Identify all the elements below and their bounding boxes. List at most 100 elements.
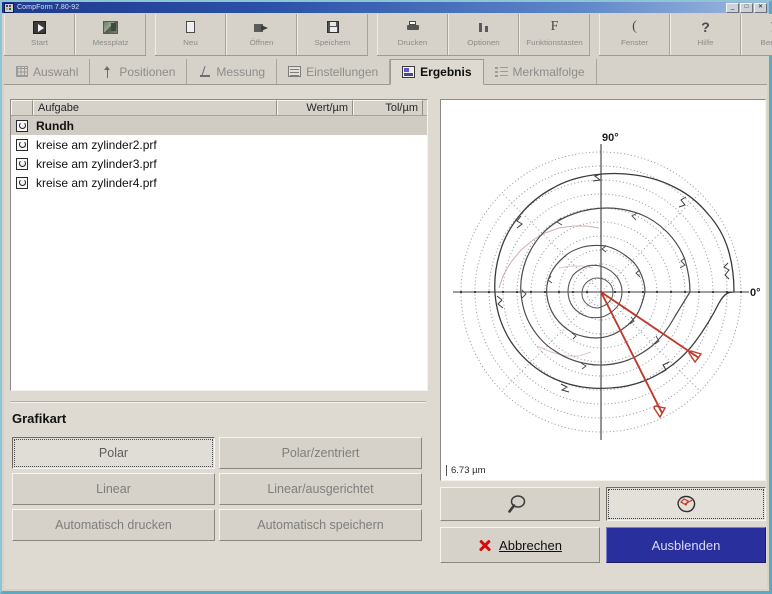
cancel-button[interactable]: Abbrechen [440,527,600,563]
left-panel: Aufgabe Wert/µm Tol/µm Rundh kreise am z… [10,99,428,583]
toolbar-button-oeffnen[interactable]: Öffnen [226,14,297,55]
window-brace-icon: ( [632,19,637,34]
start-play-icon [30,18,50,36]
toolbar-button-messplatz-label: Messplatz [92,38,129,47]
toolbar-group-file: Neu Öffnen Speichern [155,14,368,56]
question-mark-icon: ? [701,19,710,35]
table-row[interactable]: kreise am zylinder3.prf [11,154,427,173]
zoom-tool-button[interactable] [440,487,600,521]
save-disk-icon [323,18,343,36]
tab-einstellungen[interactable]: Einstellungen [277,59,391,84]
tab-ergebnis-label: Ergebnis [420,65,472,79]
main-toolbar: Start Messplatz Neu Öffnen Speichern Dru… [4,14,772,56]
toolbar-separator-2 [368,14,377,56]
toolbar-button-hilfe[interactable]: ? Hilfe [670,14,741,55]
toolbar-button-beenden[interactable]: Beenden [741,14,772,55]
tab-positionen[interactable]: Positionen [90,59,188,84]
task-list[interactable]: Aufgabe Wert/µm Tol/µm Rundh kreise am z… [10,99,428,391]
dialog-action-buttons: Abbrechen Ausblenden [440,527,766,563]
window-title: CompForm 7.80-92 [17,4,80,11]
selection-grid-icon [15,66,28,78]
graph-type-polar-button[interactable]: Polar [12,437,215,469]
maximize-button[interactable]: □ [740,2,753,13]
column-header-icon[interactable] [11,100,33,115]
close-button[interactable]: ✕ [754,2,767,13]
open-folder-icon [252,18,272,36]
toolbar-button-messplatz[interactable]: Messplatz [75,14,146,55]
table-cell-task: kreise am zylinder2.prf [36,137,157,152]
table-row[interactable]: kreise am zylinder4.prf [11,173,427,192]
toolbar-button-fenster[interactable]: ( Fenster [599,14,670,55]
column-header-wert[interactable]: Wert/µm [277,100,353,115]
toolbar-group-system: ( Fenster ? Hilfe Beenden [599,14,772,56]
auto-save-button[interactable]: Automatisch speichern [219,509,422,541]
hide-button[interactable]: Ausblenden [606,527,766,563]
profile-shape-icon [677,495,696,513]
tab-bar: Auswahl Positionen Messung Einstellungen… [4,58,767,85]
table-cell-task: kreise am zylinder4.prf [36,175,157,190]
column-header-tol[interactable]: Tol/µm [353,100,423,115]
toolbar-separator-1 [146,14,155,56]
chart-tool-buttons [440,487,766,521]
table-row[interactable]: Rundh [11,116,427,135]
toolbar-button-oeffnen-label: Öffnen [249,38,274,47]
table-cell-value [277,173,353,192]
grafikart-title: Grafikart [12,411,67,426]
exit-cross-icon [767,18,772,36]
table-cell-tol [353,135,423,154]
toolbar-button-neu-label: Neu [183,38,198,47]
function-key-icon: F [550,19,559,34]
toolbar-button-hilfe-label: Hilfe [697,38,714,47]
graph-type-linear-button[interactable]: Linear [12,473,215,505]
profile-trace-middle [520,207,691,366]
application-window: CompForm 7.80-92 _ □ ✕ Start Messplatz N… [0,0,772,594]
toolbar-button-funktionstasten[interactable]: F Funktionstasten [519,14,590,55]
graph-type-linear-ausgerichtet-button[interactable]: Linear/ausgerichtet [219,473,422,505]
toolbar-button-optionen-label: Optionen [467,38,500,47]
tab-auswahl[interactable]: Auswahl [4,59,91,84]
title-bar: CompForm 7.80-92 _ □ ✕ [2,2,769,13]
angle-label-90: 90° [602,132,619,144]
table-row[interactable]: kreise am zylinder2.prf [11,135,427,154]
polar-chart-frame[interactable]: 90° 0° 6.73 µm [440,99,766,481]
tab-merkmalfolge[interactable]: Merkmalfolge [483,59,597,84]
tab-messung-label: Messung [216,64,266,79]
toolbar-button-speichern[interactable]: Speichern [297,14,368,55]
table-cell-tol [353,116,423,135]
app-logo-icon [4,2,14,13]
table-cell-tol [353,154,423,173]
tab-einstellungen-label: Einstellungen [306,64,379,79]
measuring-station-icon [101,18,121,36]
table-cell-value [277,116,353,135]
radius-marker-2 [600,291,667,419]
auto-print-button[interactable]: Automatisch drucken [12,509,215,541]
minimize-button[interactable]: _ [726,2,739,13]
toolbar-button-funktionstasten-label: Funktionstasten [526,38,583,47]
profile-view-button[interactable] [606,487,766,521]
cancel-button-label: Abbrechen [499,537,562,553]
tab-merkmalfolge-label: Merkmalfolge [512,64,585,79]
position-arrow-icon [101,65,114,78]
table-cell-task: Rundh [36,118,74,133]
roundness-icon [11,173,33,192]
feature-sequence-icon [494,66,508,78]
toolbar-button-speichern-label: Speichern [314,38,351,47]
toolbar-button-optionen[interactable]: Optionen [448,14,519,55]
tab-ergebnis[interactable]: Ergebnis [390,59,484,85]
printer-icon [403,18,423,36]
red-x-icon [478,538,492,552]
roundness-icon [11,135,33,154]
toolbar-button-fenster-label: Fenster [620,38,649,47]
toolbar-button-neu[interactable]: Neu [155,14,226,55]
measurement-icon [198,66,211,78]
column-header-aufgabe[interactable]: Aufgabe [33,100,277,115]
task-list-header: Aufgabe Wert/µm Tol/µm [11,100,427,116]
tab-messung[interactable]: Messung [187,59,278,84]
tab-auswahl-label: Auswahl [33,64,79,79]
tab-content-ergebnis: Aufgabe Wert/µm Tol/µm Rundh kreise am z… [4,85,767,589]
right-panel: 90° 0° 6.73 µm Abbrechen Ausblenden [440,99,766,583]
graph-type-polar-zentriert-button[interactable]: Polar/zentriert [219,437,422,469]
toolbar-button-start[interactable]: Start [4,14,75,55]
toolbar-button-drucken[interactable]: Drucken [377,14,448,55]
toolbar-group-session: Start Messplatz [4,14,146,56]
